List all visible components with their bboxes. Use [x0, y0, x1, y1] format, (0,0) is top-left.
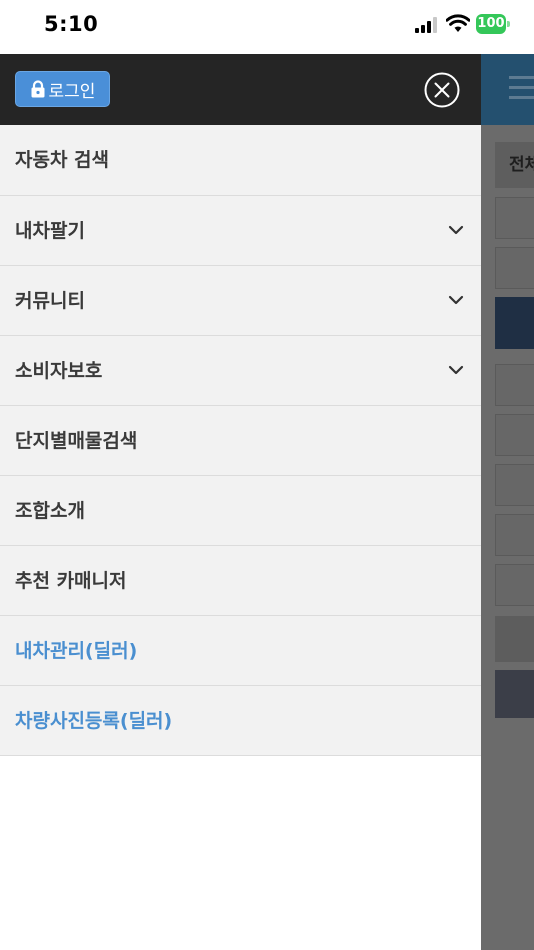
background-page-overlay[interactable]: 전체 — [481, 54, 534, 950]
menu-item-label: 자동차 검색 — [15, 149, 110, 171]
hamburger-menu-icon — [509, 76, 534, 106]
close-icon[interactable] — [424, 72, 460, 108]
drawer-header: 로그인 — [0, 54, 481, 125]
background-box — [495, 297, 534, 349]
menu-item-consumer-protection[interactable]: 소비자보호 — [0, 336, 481, 406]
battery-icon: 100 — [476, 14, 510, 34]
background-box — [495, 414, 534, 456]
background-box — [495, 464, 534, 506]
background-box — [495, 197, 534, 239]
menu-item-label: 내차관리(딜러) — [15, 640, 138, 662]
background-box — [495, 514, 534, 556]
menu-item-label: 커뮤니티 — [15, 290, 85, 312]
status-time: 5:10 — [44, 12, 99, 36]
menu-item-label: 내차팔기 — [15, 220, 85, 242]
background-box — [495, 564, 534, 606]
menu-item-sell-my-car[interactable]: 내차팔기 — [0, 196, 481, 266]
drawer-menu: 자동차 검색 내차팔기 커뮤니티 소비자보호 단지별매물검색 조합소개 추천 카… — [0, 125, 481, 756]
menu-item-label: 차량사진등록(딜러) — [15, 710, 173, 732]
lock-icon — [31, 80, 45, 98]
background-box — [495, 247, 534, 289]
login-label: 로그인 — [48, 81, 96, 102]
background-tab: 전체 — [495, 142, 534, 188]
menu-item-label: 단지별매물검색 — [15, 430, 138, 452]
menu-item-association-intro[interactable]: 조합소개 — [0, 476, 481, 546]
menu-item-label: 추천 카매니저 — [15, 570, 127, 592]
menu-item-label: 조합소개 — [15, 500, 85, 522]
chevron-down-icon — [448, 225, 464, 235]
menu-item-car-search[interactable]: 자동차 검색 — [0, 125, 481, 196]
signal-icon — [415, 17, 437, 33]
background-box — [495, 364, 534, 406]
wifi-icon — [446, 14, 470, 32]
background-box — [495, 670, 534, 718]
menu-item-complex-listing-search[interactable]: 단지별매물검색 — [0, 406, 481, 476]
menu-item-label: 소비자보호 — [15, 360, 103, 382]
login-button[interactable]: 로그인 — [15, 71, 110, 107]
menu-item-vehicle-photo-upload-dealer[interactable]: 차량사진등록(딜러) — [0, 686, 481, 756]
battery-level: 100 — [476, 14, 506, 34]
status-bar: 5:10 100 — [0, 0, 534, 54]
menu-item-recommended-car-manager[interactable]: 추천 카매니저 — [0, 546, 481, 616]
background-header — [481, 54, 534, 125]
background-box — [495, 616, 534, 662]
chevron-down-icon — [448, 365, 464, 375]
chevron-down-icon — [448, 295, 464, 305]
battery-tip — [507, 21, 510, 27]
side-drawer: 로그인 자동차 검색 내차팔기 커뮤니티 소비자보호 단지별매물검색 조합소개 … — [0, 54, 481, 950]
menu-item-community[interactable]: 커뮤니티 — [0, 266, 481, 336]
menu-item-my-car-management-dealer[interactable]: 내차관리(딜러) — [0, 616, 481, 686]
